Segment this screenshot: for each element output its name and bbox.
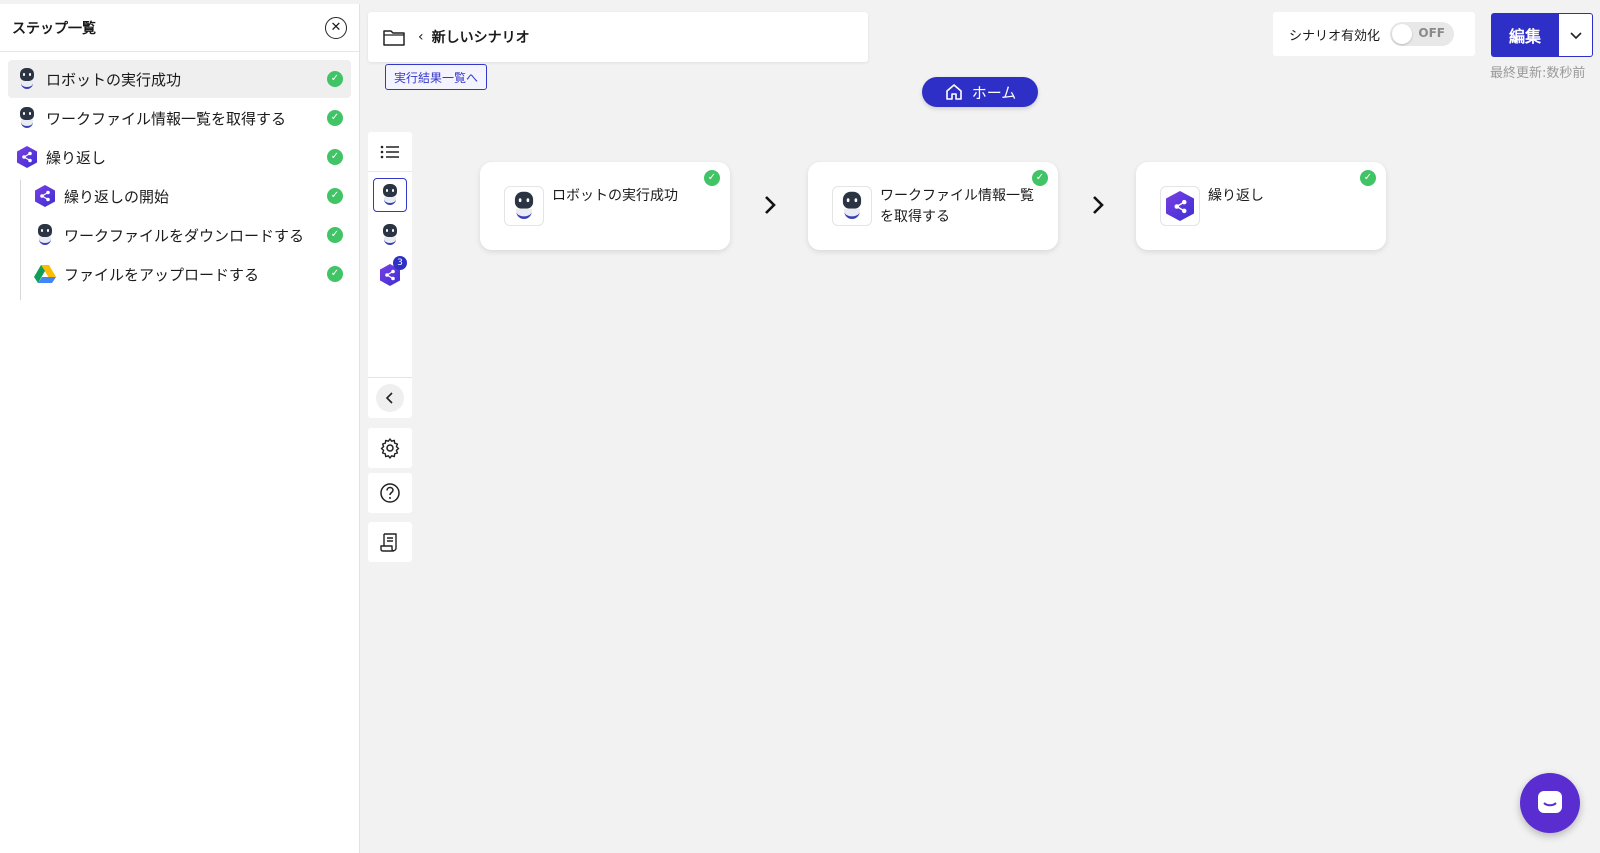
edit-button[interactable]: 編集 bbox=[1491, 13, 1559, 57]
scenario-enable-control: シナリオ有効化 OFF bbox=[1273, 12, 1475, 56]
flow-card-label: 繰り返し bbox=[1208, 188, 1264, 204]
toolbar-step-get-workfiles[interactable] bbox=[373, 218, 407, 252]
folder-icon[interactable] bbox=[382, 27, 406, 47]
robot-icon bbox=[504, 186, 544, 226]
flow-card-get-workfiles[interactable]: ワークファイル情報一覧を取得する ✓ bbox=[808, 162, 1058, 250]
step-item-upload-file[interactable]: ファイルをアップロードする ✓ bbox=[26, 255, 351, 293]
flow-card-robot-success[interactable]: ロボットの実行成功 ✓ bbox=[480, 162, 730, 250]
scroll-log-icon bbox=[380, 533, 397, 552]
step-item-robot-success[interactable]: ロボットの実行成功 ✓ bbox=[8, 60, 351, 98]
robot-icon bbox=[16, 107, 38, 129]
flow-arrow-icon bbox=[1093, 196, 1104, 214]
vertical-toolbar: 3 bbox=[368, 132, 412, 418]
check-icon: ✓ bbox=[327, 188, 343, 204]
chevron-down-icon bbox=[1569, 32, 1582, 40]
flow-card-label: ロボットの実行成功 bbox=[552, 188, 678, 204]
results-list-link[interactable]: 実行結果一覧へ bbox=[385, 64, 488, 90]
toggle-knob bbox=[1392, 24, 1413, 44]
edit-button-group: 編集 bbox=[1491, 13, 1593, 57]
robot-icon bbox=[832, 186, 872, 226]
toggle-state: OFF bbox=[1418, 26, 1446, 40]
step-item-label: ロボットの実行成功 bbox=[46, 70, 182, 89]
step-item-download-workfile[interactable]: ワークファイルをダウンロードする ✓ bbox=[26, 216, 351, 254]
check-icon: ✓ bbox=[1360, 170, 1376, 186]
step-list: ロボットの実行成功 ✓ ワークファイル情報一覧を取得する ✓ 繰り返し ✓ 繰り… bbox=[0, 52, 359, 302]
edit-dropdown-button[interactable] bbox=[1559, 13, 1593, 57]
home-label: ホーム bbox=[971, 83, 1017, 102]
check-icon: ✓ bbox=[327, 227, 343, 243]
chevron-left-icon bbox=[385, 392, 393, 404]
loop-count-badge: 3 bbox=[393, 256, 407, 270]
check-icon: ✓ bbox=[327, 149, 343, 165]
loop-icon bbox=[34, 185, 56, 207]
step-item-label: ファイルをアップロードする bbox=[64, 265, 260, 284]
check-icon: ✓ bbox=[327, 71, 343, 87]
robot-icon bbox=[381, 184, 399, 206]
flow-card-loop[interactable]: 繰り返し ✓ bbox=[1136, 162, 1386, 250]
chat-support-button[interactable] bbox=[1520, 773, 1580, 833]
close-icon[interactable]: ✕ bbox=[325, 16, 347, 39]
scenario-enable-toggle[interactable]: OFF bbox=[1390, 22, 1455, 46]
scenario-enable-label: シナリオ有効化 bbox=[1289, 28, 1381, 44]
flow-arrow-icon bbox=[765, 196, 776, 214]
toolbar-divider bbox=[368, 377, 412, 378]
toolbar-step-loop[interactable]: 3 bbox=[373, 256, 407, 292]
step-list-panel: ステップ一覧 ✕ ロボットの実行成功 ✓ ワークファイル情報一覧を取得する ✓ … bbox=[0, 4, 360, 853]
breadcrumb: ‹ 新しいシナリオ bbox=[368, 12, 868, 62]
collapse-button[interactable] bbox=[376, 384, 404, 412]
loop-icon bbox=[16, 146, 38, 168]
home-icon bbox=[945, 84, 962, 100]
list-icon bbox=[380, 145, 399, 158]
tree-indent-line bbox=[20, 180, 21, 300]
help-icon bbox=[380, 483, 400, 503]
help-button[interactable] bbox=[368, 473, 412, 513]
scenario-title: 新しいシナリオ bbox=[431, 30, 530, 46]
chat-icon bbox=[1538, 791, 1562, 813]
toolbar-step-robot-success[interactable] bbox=[373, 178, 407, 212]
log-button[interactable] bbox=[368, 522, 412, 562]
step-item-label: 繰り返しの開始 bbox=[64, 187, 170, 206]
step-item-label: ワークファイル情報一覧を取得する bbox=[46, 109, 287, 128]
robot-icon bbox=[34, 224, 56, 246]
gear-icon bbox=[380, 438, 400, 459]
list-view-button[interactable] bbox=[368, 132, 412, 172]
step-item-loop[interactable]: 繰り返し ✓ bbox=[8, 138, 351, 176]
step-item-get-workfiles[interactable]: ワークファイル情報一覧を取得する ✓ bbox=[8, 99, 351, 137]
check-icon: ✓ bbox=[1032, 170, 1048, 186]
step-item-label: 繰り返し bbox=[46, 148, 107, 167]
check-icon: ✓ bbox=[327, 110, 343, 126]
check-icon: ✓ bbox=[704, 170, 720, 186]
home-button[interactable]: ホーム bbox=[922, 77, 1038, 107]
settings-button[interactable] bbox=[368, 428, 412, 468]
check-icon: ✓ bbox=[327, 266, 343, 282]
last-updated: 最終更新:数秒前 bbox=[1490, 66, 1586, 81]
flow-card-label: ワークファイル情報一覧を取得する bbox=[880, 188, 1034, 225]
step-item-label: ワークファイルをダウンロードする bbox=[64, 226, 305, 245]
loop-icon bbox=[1160, 186, 1200, 226]
robot-icon bbox=[381, 224, 399, 246]
step-list-title: ステップ一覧 bbox=[12, 20, 96, 37]
chevron-left-icon[interactable]: ‹ bbox=[418, 29, 424, 45]
step-list-header: ステップ一覧 ✕ bbox=[0, 4, 359, 52]
robot-icon bbox=[16, 68, 38, 90]
google-drive-icon bbox=[34, 263, 56, 285]
step-item-loop-start[interactable]: 繰り返しの開始 ✓ bbox=[26, 177, 351, 215]
